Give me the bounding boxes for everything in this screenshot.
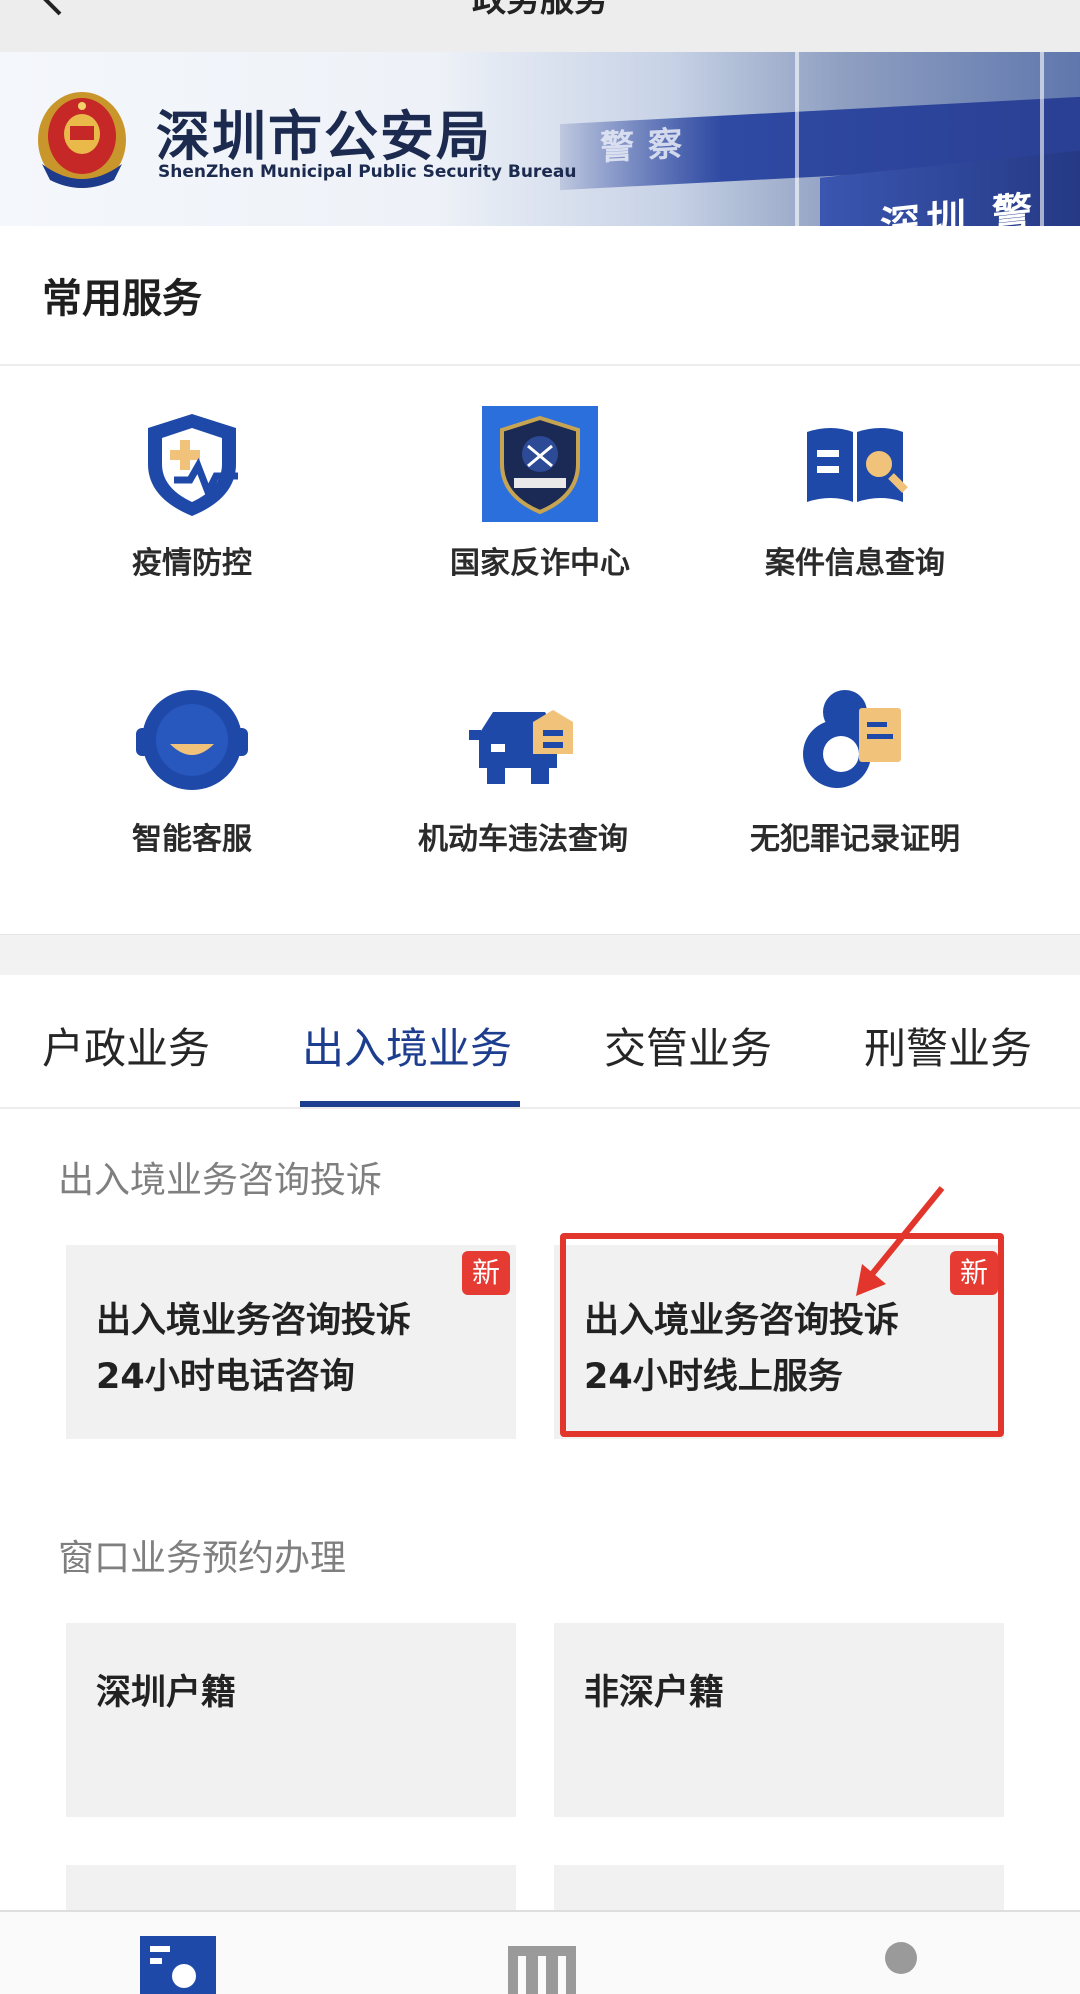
common-services-grid: 疫情防控 国家反诈中心 案件信息查询 智能客服 机动车违法查询 无犯罪记录证明 <box>0 366 1080 934</box>
bottom-nav <box>0 1910 1080 1994</box>
book-search-icon <box>807 428 908 502</box>
card-non-shenzhen-household[interactable]: 非深户籍 <box>554 1623 1004 1817</box>
service-label: 案件信息查询 <box>765 546 945 581</box>
annotation-arrow-icon <box>856 1186 945 1296</box>
building-icon[interactable] <box>498 1932 588 1994</box>
service-no-criminal-record[interactable]: 无犯罪记录证明 <box>690 642 1020 862</box>
card-phone-consult[interactable]: 出入境业务咨询投诉 24小时电话咨询 新 <box>66 1245 516 1439</box>
new-badge: 新 <box>462 1251 510 1295</box>
common-services-header: 常用服务 <box>0 226 1080 366</box>
window-frame <box>795 52 799 226</box>
section-divider <box>0 934 1080 976</box>
service-label: 疫情防控 <box>132 546 252 581</box>
section-heading: 常用服务 <box>42 276 202 322</box>
car-check-icon <box>469 710 573 784</box>
bureau-banner: 警察 深圳 警察 深圳市公安局 ShenZhen Municipal Publi… <box>0 52 1080 227</box>
bureau-name-en: ShenZhen Municipal Public Security Burea… <box>158 162 577 182</box>
card-text: 出入境业务咨询投诉 24小时电话咨询 <box>96 1301 412 1397</box>
service-label: 国家反诈中心 <box>450 546 630 581</box>
service-case-inquiry[interactable]: 案件信息查询 <box>690 366 1020 586</box>
robot-face-icon <box>136 690 248 790</box>
card-text: 深圳户籍 <box>96 1673 237 1713</box>
user-profile-icon[interactable] <box>856 1932 946 1994</box>
anti-fraud-badge-icon <box>482 406 598 522</box>
id-card-icon[interactable] <box>138 1932 228 1994</box>
police-emblem-icon <box>38 92 126 188</box>
business-tabs: 户政业务 出入境业务 交管业务 刑警业务 <box>0 975 1080 1109</box>
active-tab-indicator <box>300 1101 520 1107</box>
tab-traffic[interactable]: 交管业务 <box>604 1015 772 1076</box>
card-shenzhen-household[interactable]: 深圳户籍 <box>66 1623 516 1817</box>
section-title: 窗口业务预约办理 <box>58 1538 347 1579</box>
tab-household[interactable]: 户政业务 <box>42 1015 210 1076</box>
service-label: 机动车违法查询 <box>418 822 628 857</box>
card-text: 非深户籍 <box>584 1673 725 1713</box>
tab-criminal[interactable]: 刑警业务 <box>864 1015 1032 1076</box>
tab-exit-entry[interactable]: 出入境业务 <box>302 1015 512 1076</box>
service-label: 无犯罪记录证明 <box>750 822 960 857</box>
service-anti-fraud-center[interactable]: 国家反诈中心 <box>375 366 705 586</box>
service-smart-support[interactable]: 智能客服 <box>27 642 357 862</box>
bureau-name: 深圳市公安局 <box>156 105 492 168</box>
service-vehicle-violation[interactable]: 机动车违法查询 <box>358 642 688 862</box>
section-title: 出入境业务咨询投诉 <box>58 1160 383 1201</box>
shield-health-icon <box>148 414 238 516</box>
wall-text: 警察 <box>600 123 696 169</box>
service-epidemic-control[interactable]: 疫情防控 <box>27 366 357 586</box>
certificate-icon <box>803 690 901 788</box>
page-title: 政务服务 <box>472 0 608 20</box>
service-label: 智能客服 <box>132 822 252 857</box>
top-nav-bar: 政务服务 <box>0 0 1080 52</box>
